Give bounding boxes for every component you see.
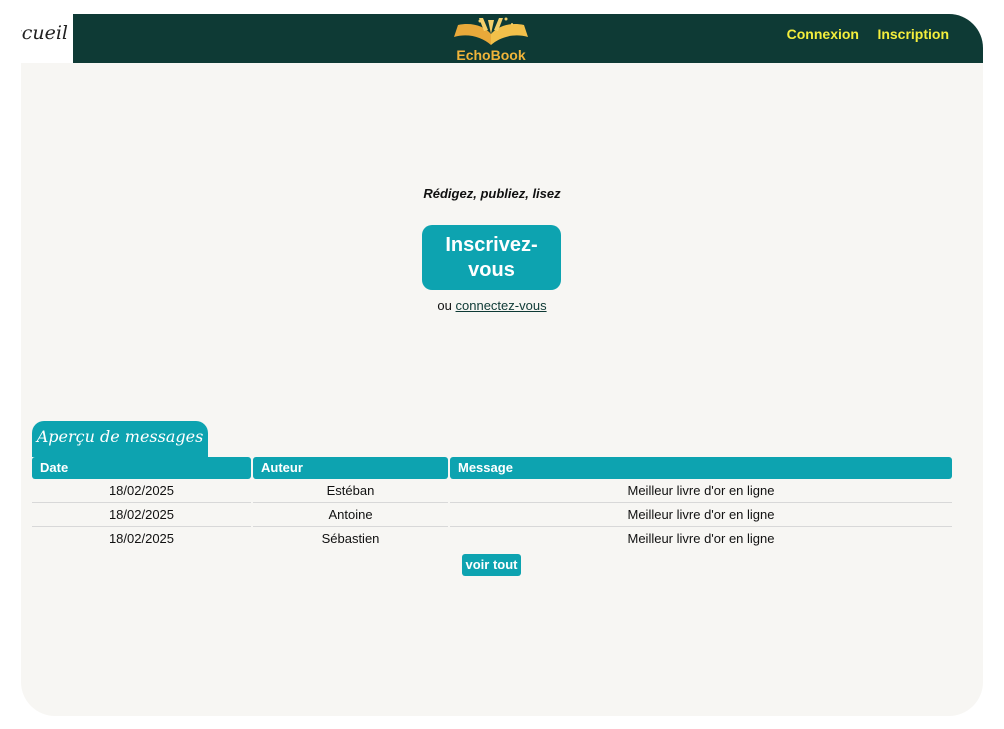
col-author: Auteur [253,457,448,479]
col-message: Message [450,457,952,479]
cell-message: Meilleur livre d'or en ligne [450,479,952,503]
cell-author: Sébastien [321,531,380,546]
login-prompt: ou connectez-vous [21,298,963,313]
col-date: Date [32,457,251,479]
cell-message: Meilleur livre d'or en ligne [450,503,952,527]
cell-author: Estéban [253,479,448,503]
open-book-icon [454,17,528,45]
tagline: Rédigez, publiez, lisez [423,186,561,201]
nav-connexion[interactable]: Connexion [787,26,859,42]
cell-date: 18/02/2025 [32,479,251,503]
messages-table: Date Auteur Message 18/02/2025 Estéban M… [32,457,952,551]
table-header: Date Auteur Message [32,457,952,479]
table-row: 18/02/2025 Antoine Meilleur livre d'or e… [32,503,952,527]
cell-message: Meilleur livre d'or en ligne [627,531,775,546]
cell-author: Antoine [253,503,448,527]
nav-inscription[interactable]: Inscription [877,26,949,42]
page-card: Accueil EchoBook Connexion Inscription [21,14,983,716]
login-link[interactable]: connectez-vous [456,298,547,313]
logo-text: EchoBook [456,47,526,63]
home-tab[interactable]: Accueil [21,14,73,63]
preview-title: Aperçu de messages [36,427,204,446]
cell-date: 18/02/2025 [32,503,251,527]
top-nav: Connexion Inscription [773,26,949,44]
table-row: 18/02/2025 Estéban Meilleur livre d'or e… [32,479,952,503]
echobook-logo[interactable]: EchoBook [448,15,534,63]
top-bar: EchoBook Connexion Inscription [73,14,983,63]
header: Accueil EchoBook Connexion Inscription [21,14,983,63]
preview-tab: Aperçu de messages [32,421,208,457]
see-all-button[interactable]: voir tout [462,554,521,576]
table-row: 18/02/2025 Sébastien Meilleur livre d'or… [32,527,952,551]
home-link[interactable]: Accueil [21,22,68,44]
signup-button[interactable]: Inscrivez-vous [422,225,561,290]
cell-date: 18/02/2025 [108,531,175,546]
or-text: ou [437,298,452,313]
